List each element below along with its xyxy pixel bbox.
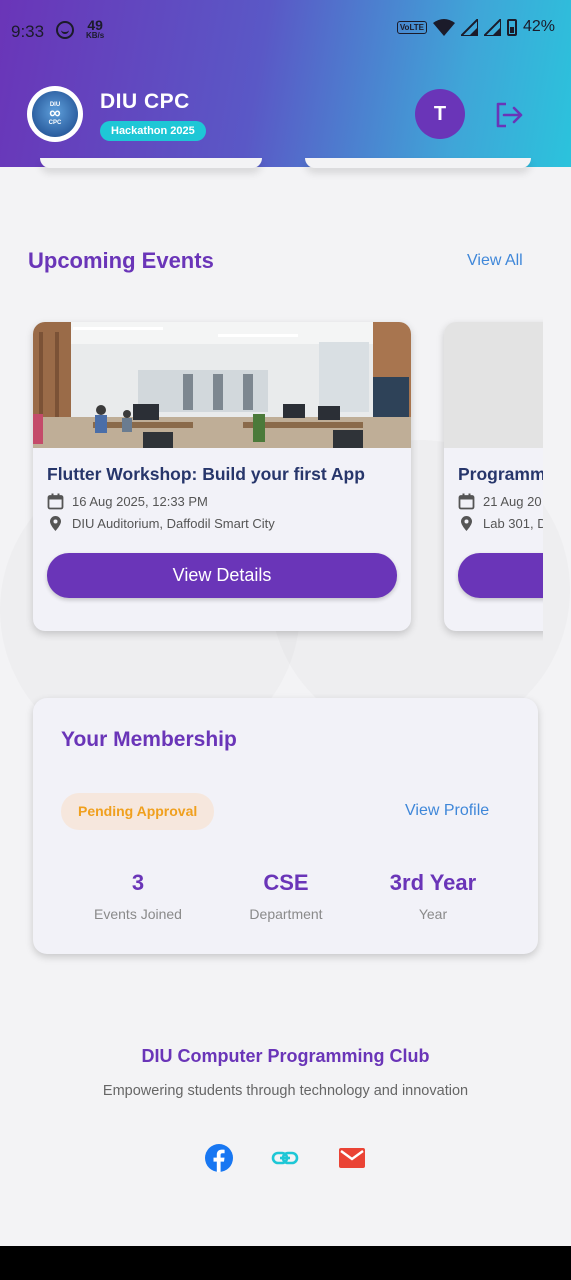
user-avatar[interactable]: T — [415, 89, 465, 139]
status-icons: VoLTE 42% — [396, 18, 555, 36]
wifi-icon — [432, 18, 455, 36]
stat-events-joined: 3 Events Joined — [63, 870, 213, 922]
stat-value: CSE — [263, 870, 309, 895]
membership-card: Your Membership Pending Approval View Pr… — [33, 698, 538, 954]
signal-icon — [460, 18, 478, 36]
app-header: 9:33 49 KB/s VoLTE 42% DIU ∞ CPC DIU CPC… — [0, 0, 571, 167]
system-navigation-bar — [0, 1246, 571, 1280]
event-chip: Hackathon 2025 — [100, 121, 206, 141]
club-logo: DIU ∞ CPC — [27, 86, 83, 142]
email-icon[interactable] — [337, 1143, 367, 1173]
battery-icon — [506, 18, 517, 36]
facebook-icon[interactable] — [204, 1143, 234, 1173]
event-date: 16 Aug 2025, 12:33 PM — [47, 493, 208, 510]
stat-value: 3rd Year — [389, 870, 477, 895]
card-shadow-left — [40, 158, 262, 168]
stat-department: CSE Department — [211, 870, 361, 922]
volte-badge: VoLTE — [396, 20, 427, 34]
view-details-button[interactable] — [458, 553, 543, 598]
footer-title: DIU Computer Programming Club — [141, 1046, 430, 1066]
event-location: DIU Auditorium, Daffodil Smart City — [47, 515, 275, 532]
view-all-link[interactable]: View All — [467, 252, 523, 270]
logo-emblem: DIU ∞ CPC — [32, 91, 78, 137]
battery-percent: 42% — [522, 18, 555, 35]
stat-label: Year — [418, 906, 448, 922]
event-image-placeholder — [444, 322, 543, 448]
event-card-next[interactable]: Programm 21 Aug 20 Lab 301, D — [444, 322, 543, 631]
event-date: 21 Aug 20 — [458, 493, 542, 510]
event-title: Programm — [458, 464, 543, 484]
event-card[interactable]: Flutter Workshop: Build your first App 1… — [33, 322, 411, 631]
footer-subtitle: Empowering students through technology a… — [102, 1083, 469, 1099]
view-details-button[interactable]: View Details — [47, 553, 397, 598]
network-speed: 49 KB/s — [86, 17, 105, 40]
membership-title: Your Membership — [61, 728, 237, 751]
status-badge: Pending Approval — [61, 793, 215, 830]
infinity-icon: ∞ — [49, 105, 61, 122]
events-carousel[interactable]: Flutter Workshop: Build your first App 1… — [0, 310, 543, 650]
calendar-icon — [458, 493, 475, 510]
status-bar: 9:33 49 KB/s VoLTE 42% — [0, 0, 571, 60]
status-time: 9:33 — [11, 22, 45, 41]
stat-label: Events Joined — [94, 906, 182, 922]
calendar-icon — [47, 493, 64, 510]
signal-icon-2 — [483, 18, 501, 36]
stat-value: 3 — [131, 870, 145, 895]
office-photo — [33, 322, 411, 448]
link-icon[interactable] — [270, 1143, 300, 1173]
logout-icon[interactable] — [493, 99, 525, 131]
stat-label: Department — [249, 906, 323, 922]
stat-year: 3rd Year Year — [358, 870, 508, 922]
event-image — [33, 322, 411, 448]
notification-icon — [56, 21, 74, 39]
app-title: DIU CPC — [100, 90, 190, 113]
location-pin-icon — [50, 516, 61, 531]
event-location: Lab 301, D — [458, 515, 543, 532]
section-title: Upcoming Events — [28, 248, 214, 273]
card-shadow-right — [305, 158, 531, 168]
location-pin-icon — [461, 516, 472, 531]
view-profile-link[interactable]: View Profile — [405, 802, 489, 820]
event-title: Flutter Workshop: Build your first App — [47, 464, 365, 484]
